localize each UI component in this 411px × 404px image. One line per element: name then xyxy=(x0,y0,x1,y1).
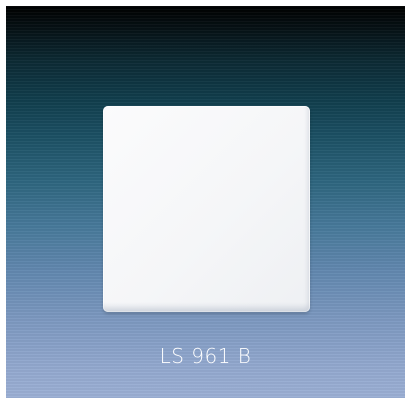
product-code-caption: LS 961 B xyxy=(159,344,252,368)
plate-bottom-edge xyxy=(103,302,310,312)
product-photo: LS 961 B xyxy=(6,6,405,398)
switch-cover-plate xyxy=(103,106,310,312)
